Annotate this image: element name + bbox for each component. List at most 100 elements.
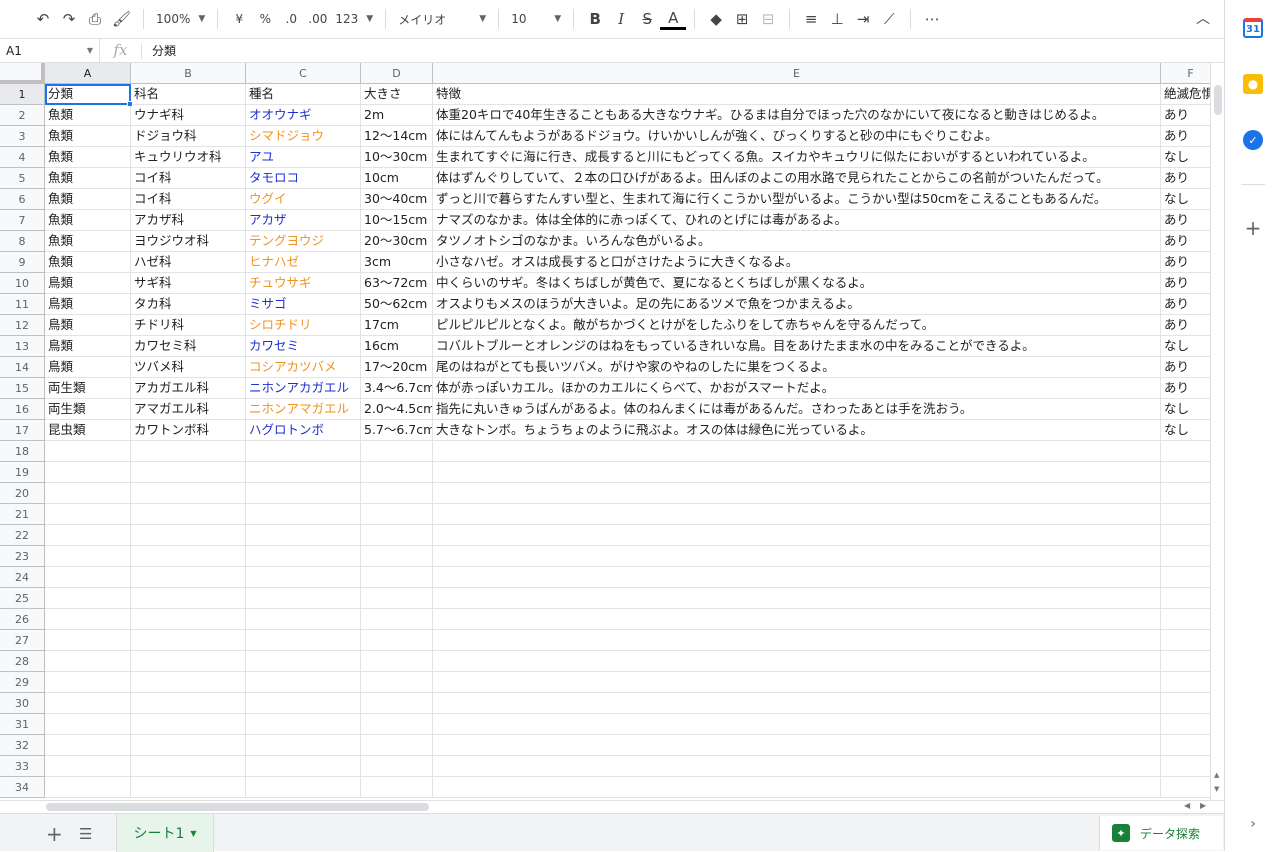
row-header[interactable]: 26 <box>0 609 45 630</box>
cell[interactable] <box>45 672 131 693</box>
cell[interactable]: 10～30cm <box>361 147 433 168</box>
row-header[interactable]: 3 <box>0 126 45 147</box>
cell[interactable]: 20～30cm <box>361 231 433 252</box>
cell[interactable]: ハグロトンボ <box>246 420 361 441</box>
cell[interactable] <box>433 609 1161 630</box>
text-wrap-icon[interactable]: ⇥ <box>850 5 876 33</box>
cell[interactable]: タカ科 <box>131 294 246 315</box>
cell[interactable] <box>131 630 246 651</box>
cell[interactable] <box>433 693 1161 714</box>
formula-input[interactable]: 分類 <box>142 42 176 59</box>
font-size-dropdown[interactable]: 10 ▼ <box>507 12 565 26</box>
row-header[interactable]: 14 <box>0 357 45 378</box>
row-header[interactable]: 21 <box>0 504 45 525</box>
decrease-decimal-button[interactable]: .0 <box>278 5 304 33</box>
cell[interactable]: 魚類 <box>45 105 131 126</box>
cell[interactable] <box>246 714 361 735</box>
cell[interactable]: サギ科 <box>131 273 246 294</box>
cell[interactable] <box>433 525 1161 546</box>
cell[interactable]: 分類 <box>45 84 131 105</box>
merge-cells-icon[interactable]: ⊟ <box>755 5 781 33</box>
row-header[interactable]: 8 <box>0 231 45 252</box>
cell[interactable]: 16cm <box>361 336 433 357</box>
cell[interactable]: 魚類 <box>45 252 131 273</box>
vertical-scroll-thumb[interactable] <box>1214 85 1222 115</box>
cell[interactable]: 鳥類 <box>45 273 131 294</box>
cell[interactable]: ミサゴ <box>246 294 361 315</box>
cell[interactable]: ずっと川で暮らすたんすい型と、生まれて海に行くこうかい型がいるよ。こうかい型は5… <box>433 189 1161 210</box>
cell[interactable] <box>131 651 246 672</box>
cell[interactable] <box>433 504 1161 525</box>
cell[interactable]: 鳥類 <box>45 336 131 357</box>
cell[interactable] <box>246 651 361 672</box>
cell[interactable]: あり <box>1161 294 1210 315</box>
cell[interactable]: 特徴 <box>433 84 1161 105</box>
cell[interactable] <box>131 672 246 693</box>
cell[interactable]: 絶滅危惧 <box>1161 84 1210 105</box>
cell[interactable]: 17cm <box>361 315 433 336</box>
column-header-c[interactable]: C <box>246 63 361 84</box>
cell[interactable] <box>246 546 361 567</box>
cell[interactable]: カワセミ科 <box>131 336 246 357</box>
cell[interactable]: 中くらいのサギ。冬はくちばしが黄色で、夏になるとくちばしが黒くなるよ。 <box>433 273 1161 294</box>
print-icon[interactable]: ⎙ <box>82 5 108 33</box>
cell[interactable]: 2m <box>361 105 433 126</box>
cell[interactable]: カワセミ <box>246 336 361 357</box>
cell[interactable]: テングヨウジ <box>246 231 361 252</box>
cell[interactable]: オオウナギ <box>246 105 361 126</box>
cell[interactable]: ナマズのなかま。体は全体的に赤っぽくて、ひれのとげには毒があるよ。 <box>433 210 1161 231</box>
row-header[interactable]: 23 <box>0 546 45 567</box>
row-header[interactable]: 10 <box>0 273 45 294</box>
cell[interactable] <box>1161 672 1210 693</box>
cell[interactable] <box>131 504 246 525</box>
cell[interactable]: 10cm <box>361 168 433 189</box>
row-header[interactable]: 29 <box>0 672 45 693</box>
cell[interactable] <box>433 546 1161 567</box>
scroll-down-icon[interactable]: ▼ <box>1214 785 1219 793</box>
row-header[interactable]: 22 <box>0 525 45 546</box>
cell[interactable]: あり <box>1161 357 1210 378</box>
cell[interactable] <box>246 777 361 798</box>
bold-button[interactable]: B <box>582 5 608 33</box>
cell[interactable] <box>45 483 131 504</box>
cell[interactable]: 魚類 <box>45 231 131 252</box>
cell[interactable]: あり <box>1161 210 1210 231</box>
cell[interactable]: 大きさ <box>361 84 433 105</box>
cell[interactable] <box>433 735 1161 756</box>
name-box[interactable]: A1 ▼ <box>0 39 100 62</box>
cell[interactable]: ニホンアカガエル <box>246 378 361 399</box>
cell[interactable]: 5.7～6.7cm <box>361 420 433 441</box>
cell[interactable]: 魚類 <box>45 210 131 231</box>
cell[interactable]: チドリ科 <box>131 315 246 336</box>
cell[interactable]: あり <box>1161 378 1210 399</box>
cell[interactable]: 科名 <box>131 84 246 105</box>
cell[interactable] <box>361 630 433 651</box>
cell[interactable] <box>131 756 246 777</box>
cell[interactable]: あり <box>1161 252 1210 273</box>
cell[interactable] <box>361 546 433 567</box>
cell[interactable] <box>45 504 131 525</box>
cell[interactable]: 体はずんぐりしていて、２本の口ひげがあるよ。田んぼのよこの用水路で見られたことか… <box>433 168 1161 189</box>
chevron-right-icon[interactable]: › <box>1243 814 1263 834</box>
column-header-f[interactable]: F <box>1161 63 1210 84</box>
cell[interactable]: あり <box>1161 231 1210 252</box>
cell[interactable] <box>45 630 131 651</box>
cell[interactable] <box>361 462 433 483</box>
cell[interactable] <box>246 525 361 546</box>
row-header[interactable]: 2 <box>0 105 45 126</box>
cell[interactable]: コイ科 <box>131 189 246 210</box>
cell[interactable]: 50～62cm <box>361 294 433 315</box>
cell[interactable]: あり <box>1161 315 1210 336</box>
cell[interactable] <box>361 525 433 546</box>
cell[interactable] <box>131 462 246 483</box>
cell[interactable] <box>131 777 246 798</box>
font-dropdown[interactable]: メイリオ ▼ <box>394 11 490 28</box>
cell[interactable] <box>361 756 433 777</box>
cell[interactable] <box>1161 735 1210 756</box>
cell[interactable] <box>45 609 131 630</box>
cell[interactable] <box>45 693 131 714</box>
cell[interactable]: 3.4～6.7cm <box>361 378 433 399</box>
scroll-right-icon[interactable]: ▶ <box>1200 801 1206 810</box>
cell[interactable] <box>1161 756 1210 777</box>
cell[interactable] <box>45 441 131 462</box>
